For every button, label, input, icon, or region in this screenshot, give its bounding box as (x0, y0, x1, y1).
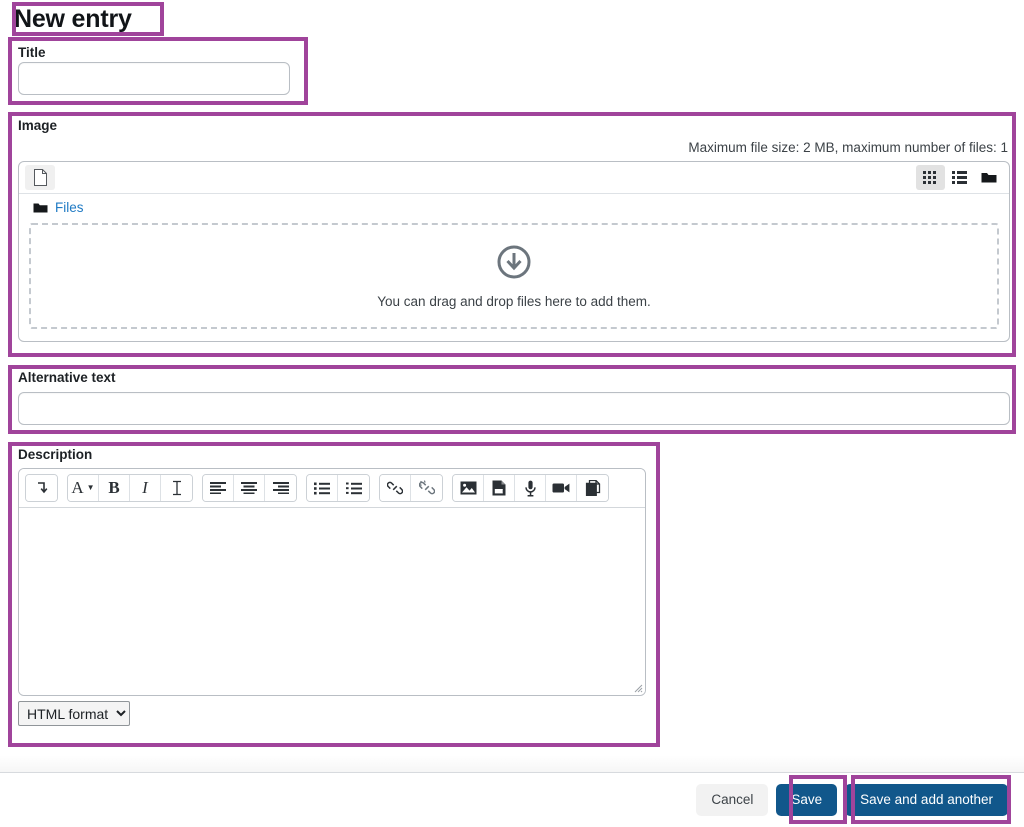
view-list-button[interactable] (945, 165, 974, 190)
title-input[interactable] (18, 62, 290, 95)
font-style-icon[interactable]: A ▼ (68, 475, 99, 501)
expand-toolbar-icon[interactable] (26, 475, 57, 501)
file-manager-breadcrumb: Files (19, 194, 1009, 221)
bold-icon[interactable]: B (99, 475, 130, 501)
align-left-icon[interactable] (203, 475, 234, 501)
file-manager-view-toggles (916, 165, 1003, 190)
toolbar-group-alignment (202, 474, 297, 502)
description-label: Description (18, 447, 93, 462)
toolbar-group-expand (25, 474, 58, 502)
folder-icon (33, 202, 48, 214)
new-entry-form-page: New entry Title Image Maximum file size:… (0, 0, 1024, 827)
footer-shadow (0, 755, 1024, 772)
unlink-icon[interactable] (411, 475, 442, 501)
toolbar-group-lists (306, 474, 370, 502)
align-center-icon[interactable] (234, 475, 265, 501)
numbered-list-icon[interactable] (338, 475, 369, 501)
editor-toolbar: A ▼ B I (19, 469, 645, 508)
max-file-size-note: Maximum file size: 2 MB, maximum number … (688, 140, 1008, 155)
microphone-icon[interactable] (515, 475, 546, 501)
view-icons-button[interactable] (916, 165, 945, 190)
add-file-button[interactable] (25, 165, 55, 190)
italic-icon[interactable]: I (130, 475, 161, 501)
download-arrow-icon (496, 244, 532, 280)
toolbar-group-link (379, 474, 443, 502)
media-file-icon[interactable] (484, 475, 515, 501)
form-footer: Cancel Save Save and add another (0, 773, 1024, 827)
description-format-select[interactable]: HTML format (18, 701, 130, 726)
cancel-button[interactable]: Cancel (696, 784, 769, 816)
breadcrumb-files-link[interactable]: Files (55, 200, 84, 215)
alt-text-input[interactable] (18, 392, 1010, 425)
image-field-group: Image Maximum file size: 2 MB, maximum n… (18, 118, 1010, 342)
bulleted-list-icon[interactable] (307, 475, 338, 501)
manage-files-icon[interactable] (577, 475, 608, 501)
save-and-add-another-button[interactable]: Save and add another (845, 784, 1008, 816)
file-manager: Files You can drag and drop files here t… (18, 161, 1010, 342)
rich-text-editor: A ▼ B I (18, 468, 646, 696)
toolbar-group-media (452, 474, 609, 502)
align-right-icon[interactable] (265, 475, 296, 501)
description-field-group: Description A ▼ B I HTML format (18, 447, 646, 726)
save-button[interactable]: Save (776, 784, 838, 816)
page-title: New entry (14, 5, 132, 33)
file-dropzone[interactable]: You can drag and drop files here to add … (29, 223, 999, 329)
editor-content-wrapper (19, 508, 645, 695)
view-tree-button[interactable] (974, 165, 1003, 190)
image-icon[interactable] (453, 475, 484, 501)
dropzone-text: You can drag and drop files here to add … (377, 293, 651, 309)
description-textarea[interactable] (19, 508, 645, 695)
link-icon[interactable] (380, 475, 411, 501)
file-manager-toolbar (19, 162, 1009, 194)
video-camera-icon[interactable] (546, 475, 577, 501)
title-field-group: Title (18, 44, 290, 95)
clear-formatting-icon[interactable] (161, 475, 192, 501)
alt-text-field-group: Alternative text (18, 370, 1010, 425)
alt-text-label: Alternative text (18, 370, 116, 385)
toolbar-group-text-style: A ▼ B I (67, 474, 193, 502)
title-label: Title (18, 45, 46, 60)
image-label: Image (18, 118, 58, 133)
